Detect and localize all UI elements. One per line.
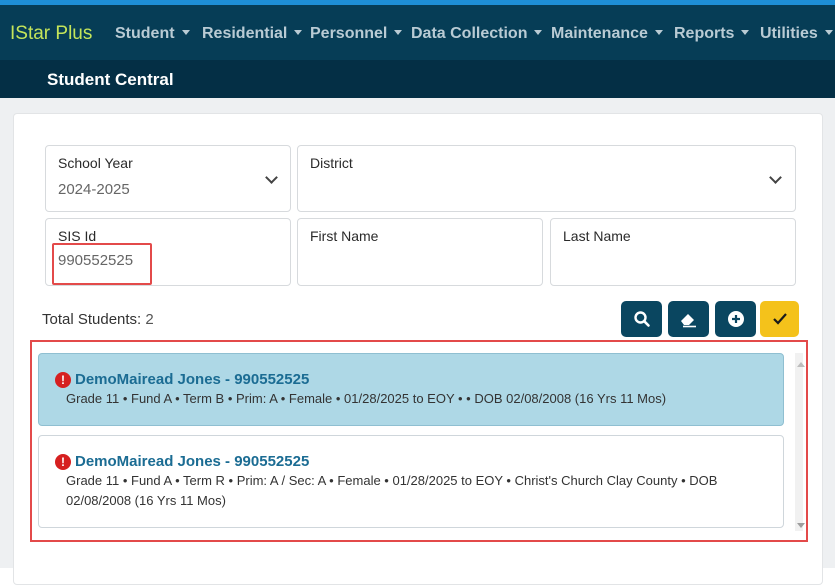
nav-maintenance[interactable]: Maintenance	[551, 25, 663, 43]
student-name-link[interactable]: DemoMairead Jones - 990552525	[75, 371, 309, 388]
nav-student[interactable]: Student	[115, 25, 190, 43]
last-name-field: Last Name	[550, 218, 796, 286]
student-card[interactable]: ! DemoMairead Jones - 990552525 Grade 11…	[38, 435, 784, 528]
scroll-up-arrow-icon[interactable]	[797, 362, 805, 367]
nav-residential[interactable]: Residential	[202, 25, 303, 43]
eraser-icon	[680, 314, 696, 328]
nav-personnel[interactable]: Personnel	[310, 25, 403, 43]
nav-reports-label: Reports	[674, 25, 735, 42]
chevron-down-icon	[294, 30, 303, 35]
school-year-value: 2024-2025	[58, 181, 130, 198]
first-name-input[interactable]	[310, 252, 530, 269]
student-details: Grade 11 • Fund A • Term B • Prim: A • F…	[66, 391, 667, 406]
clear-button[interactable]	[668, 301, 709, 337]
student-results-list: ! DemoMairead Jones - 990552525 Grade 11…	[30, 340, 808, 542]
nav-student-label: Student	[115, 25, 175, 42]
checkmark-icon	[772, 313, 787, 325]
district-select[interactable]: District	[297, 145, 796, 212]
total-students: Total Students: 2	[42, 311, 154, 328]
sis-id-label: SIS Id	[58, 228, 97, 244]
brand-logo[interactable]: IStar Plus	[10, 23, 92, 45]
chevron-down-icon	[265, 171, 278, 184]
chevron-down-icon	[654, 30, 663, 35]
student-details: Grade 11 • Fund A • Term R • Prim: A / S…	[66, 473, 718, 508]
last-name-input[interactable]	[563, 252, 783, 269]
total-students-count: 2	[145, 311, 154, 328]
sis-id-input[interactable]	[58, 252, 278, 269]
sis-id-field: SIS Id	[45, 218, 291, 286]
school-year-label: School Year	[58, 155, 133, 171]
chevron-down-icon	[741, 30, 750, 35]
add-button[interactable]	[715, 301, 756, 337]
plus-circle-icon	[727, 311, 744, 327]
nav-utilities-label: Utilities	[760, 25, 818, 42]
total-students-label: Total Students:	[42, 311, 142, 328]
nav-maintenance-label: Maintenance	[551, 25, 648, 42]
page-title: Student Central	[47, 70, 174, 89]
main-navbar: IStar Plus Student Residential Personnel…	[0, 5, 835, 60]
search-icon	[633, 311, 650, 327]
chevron-down-icon	[394, 30, 403, 35]
school-year-select[interactable]: School Year 2024-2025	[45, 145, 291, 212]
chevron-down-icon	[534, 30, 543, 35]
results-scrollbar[interactable]	[795, 353, 803, 531]
nav-residential-label: Residential	[202, 25, 288, 42]
nav-personnel-label: Personnel	[310, 25, 388, 42]
alert-icon: !	[55, 372, 71, 388]
confirm-button[interactable]	[760, 301, 799, 337]
last-name-label: Last Name	[563, 228, 631, 244]
alert-icon: !	[55, 454, 71, 470]
student-card[interactable]: ! DemoMairead Jones - 990552525 Grade 11…	[38, 353, 784, 426]
district-label: District	[310, 155, 353, 171]
nav-reports[interactable]: Reports	[674, 25, 750, 43]
student-name-link[interactable]: DemoMairead Jones - 990552525	[75, 453, 309, 470]
first-name-label: First Name	[310, 228, 379, 244]
scroll-down-arrow-icon[interactable]	[797, 523, 805, 528]
chevron-down-icon	[769, 171, 782, 184]
first-name-field: First Name	[297, 218, 543, 286]
search-button[interactable]	[621, 301, 662, 337]
nav-data-collection[interactable]: Data Collection	[411, 25, 543, 43]
nav-utilities[interactable]: Utilities	[760, 25, 833, 43]
chevron-down-icon	[824, 30, 833, 35]
nav-data-collection-label: Data Collection	[411, 25, 528, 42]
chevron-down-icon	[181, 30, 190, 35]
